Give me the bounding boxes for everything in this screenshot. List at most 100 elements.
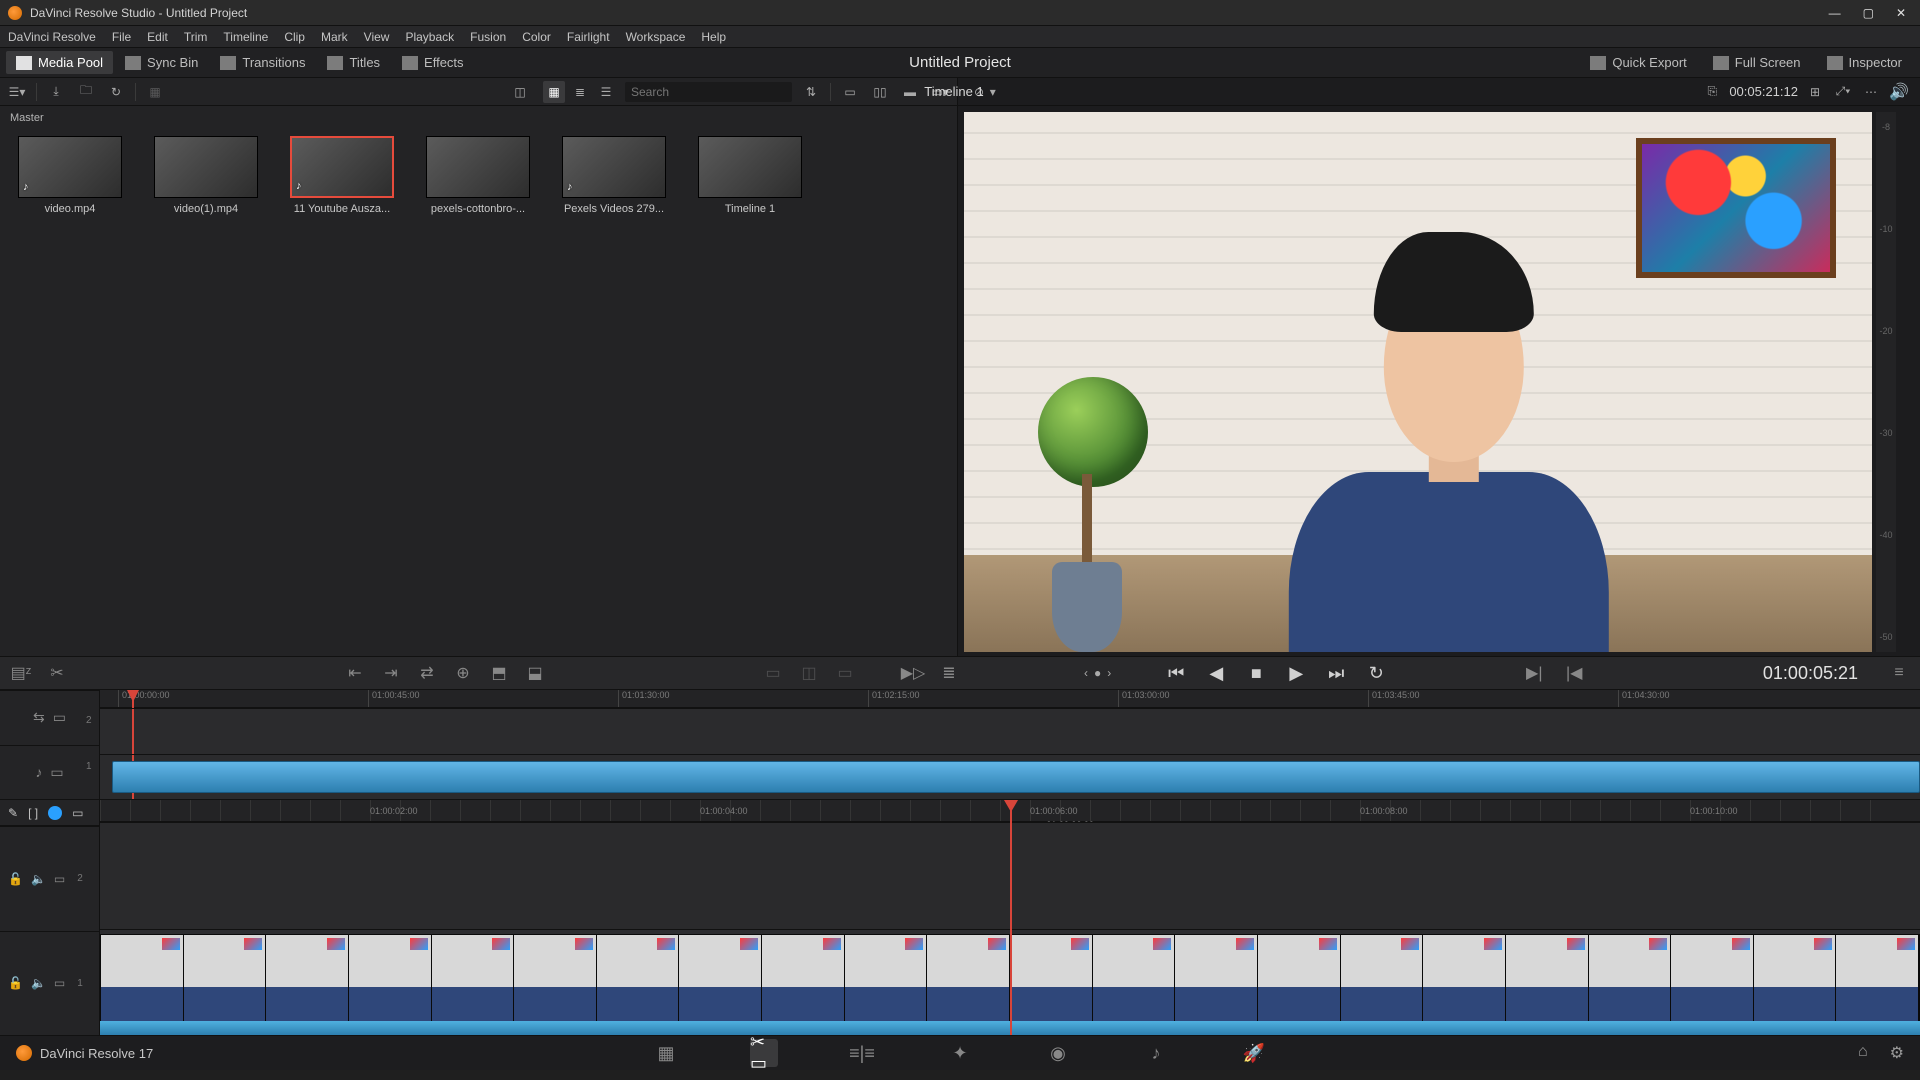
- fairlight-page-tab[interactable]: ♪: [1142, 1039, 1170, 1067]
- menu-mark[interactable]: Mark: [321, 30, 348, 44]
- safe-area-button[interactable]: ⊞: [1804, 81, 1826, 103]
- nav-next-button[interactable]: ›: [1107, 666, 1111, 680]
- tools-1-button[interactable]: ▭: [760, 660, 786, 686]
- menu-trim[interactable]: Trim: [184, 30, 208, 44]
- nav-prev-button[interactable]: ‹: [1084, 666, 1088, 680]
- stop-button[interactable]: ■: [1243, 660, 1269, 686]
- menu-edit[interactable]: Edit: [147, 30, 168, 44]
- chevron-down-icon[interactable]: ▾: [990, 85, 996, 99]
- smart-insert-button[interactable]: ⇤: [342, 660, 368, 686]
- sort-button[interactable]: ⇅: [800, 81, 822, 103]
- menu-timeline[interactable]: Timeline: [223, 30, 268, 44]
- clip-item[interactable]: Timeline 1: [698, 136, 802, 215]
- place-on-top-button[interactable]: ⬒: [486, 660, 512, 686]
- tape-ruler[interactable]: 01:00:00:0001:00:45:0001:01:30:0001:02:1…: [100, 690, 1920, 708]
- close-up-button[interactable]: ⊕: [450, 660, 476, 686]
- import-folder-button[interactable]: 🗀: [75, 81, 97, 103]
- titles-button[interactable]: Titles: [317, 51, 390, 74]
- ripple-overwrite-button[interactable]: ⇄: [414, 660, 440, 686]
- home-button[interactable]: ⌂: [1858, 1043, 1868, 1063]
- track-enable-button[interactable]: ▭: [54, 872, 65, 886]
- cut-page-tab[interactable]: ✂▭: [750, 1039, 778, 1067]
- menu-color[interactable]: Color: [522, 30, 551, 44]
- source-viewer-button[interactable]: ▭: [839, 81, 861, 103]
- viewer-option-menu[interactable]: ⋯: [1860, 81, 1882, 103]
- clip-item[interactable]: video(1).mp4: [154, 136, 258, 215]
- audio-toggle[interactable]: 🔊: [1888, 81, 1910, 103]
- color-page-tab[interactable]: ◉: [1044, 1039, 1072, 1067]
- quick-export-button[interactable]: Quick Export: [1580, 51, 1696, 74]
- first-frame-button[interactable]: ⏮: [1163, 660, 1189, 686]
- track-sync-lock-button[interactable]: ⇆: [33, 709, 45, 726]
- transitions-button[interactable]: Transitions: [210, 51, 315, 74]
- track-record-button[interactable]: 🔈: [31, 976, 46, 990]
- match-frame-button[interactable]: ⎘: [1701, 81, 1723, 103]
- program-viewer[interactable]: [964, 112, 1872, 652]
- viewer-zoom-button[interactable]: ⤢▾: [1832, 81, 1854, 103]
- minimize-icon[interactable]: —: [1829, 6, 1841, 20]
- menu-workspace[interactable]: Workspace: [626, 30, 686, 44]
- menu-davinci-resolve[interactable]: DaVinci Resolve: [8, 30, 96, 44]
- timeline-dropdown[interactable]: Timeline 1: [924, 84, 983, 99]
- timeline-options-button[interactable]: ≣: [936, 660, 962, 686]
- loop-button[interactable]: ↻: [1363, 660, 1389, 686]
- metadata-view-button[interactable]: ◫: [509, 81, 531, 103]
- close-icon[interactable]: ✕: [1896, 6, 1906, 20]
- track-lock-button-2[interactable]: 🔓: [8, 976, 23, 990]
- clip-item[interactable]: ♪Pexels Videos 279...: [562, 136, 666, 215]
- thumb-view-button[interactable]: ▦: [543, 81, 565, 103]
- dual-viewer-button[interactable]: ▯▯: [869, 81, 891, 103]
- clip-item[interactable]: ♪11 Youtube Ausza...: [290, 136, 394, 215]
- edit-tool-button[interactable]: ✎: [8, 806, 18, 820]
- tools-3-button[interactable]: ▭: [832, 660, 858, 686]
- clip-item[interactable]: ♪video.mp4: [18, 136, 122, 215]
- inspector-button[interactable]: Inspector: [1817, 51, 1912, 74]
- track-header-1-button[interactable]: ▭: [53, 709, 66, 726]
- sync-button[interactable]: ↻: [105, 81, 127, 103]
- flag-tool-button[interactable]: ▭: [72, 806, 83, 820]
- media-page-tab[interactable]: ▦: [652, 1039, 680, 1067]
- record-viewer-button[interactable]: ▬: [899, 81, 921, 103]
- track-header-2-button[interactable]: ▭: [50, 764, 63, 781]
- deliver-page-tab[interactable]: 🚀: [1240, 1039, 1268, 1067]
- detail-playhead[interactable]: [1010, 800, 1012, 1035]
- track-enable-button-2[interactable]: ▭: [54, 976, 65, 990]
- edit-page-tab[interactable]: ≡|≡: [848, 1039, 876, 1067]
- menu-playback[interactable]: Playback: [405, 30, 454, 44]
- track-mute-button[interactable]: 🔈: [31, 872, 46, 886]
- tape-clip[interactable]: [112, 761, 1920, 794]
- bin-list-button[interactable]: ☰▾: [6, 81, 28, 103]
- import-media-button[interactable]: ⤓: [45, 81, 67, 103]
- source-overwrite-button[interactable]: ⬓: [522, 660, 548, 686]
- append-button[interactable]: ⇥: [378, 660, 404, 686]
- maximize-icon[interactable]: ▢: [1863, 6, 1874, 20]
- timeline-view-options-button[interactable]: ≡: [1886, 660, 1912, 686]
- new-bin-button[interactable]: ▦: [144, 81, 166, 103]
- full-screen-button[interactable]: Full Screen: [1703, 51, 1811, 74]
- menu-fusion[interactable]: Fusion: [470, 30, 506, 44]
- effects-button[interactable]: Effects: [392, 51, 474, 74]
- play-button[interactable]: ▶: [1283, 660, 1309, 686]
- boring-detector-button[interactable]: ▤ᶻ: [8, 660, 34, 686]
- track-audio-button[interactable]: ♪: [35, 764, 42, 780]
- track-lock-button[interactable]: 🔓: [8, 872, 23, 886]
- list-view-button[interactable]: ☰: [595, 81, 617, 103]
- clip-item[interactable]: pexels-cottonbro-...: [426, 136, 530, 215]
- split-clip-button[interactable]: ✂: [44, 660, 70, 686]
- fast-review-button[interactable]: ▶▷: [900, 660, 926, 686]
- search-input[interactable]: [625, 82, 792, 102]
- project-settings-button[interactable]: ⚙: [1890, 1043, 1904, 1063]
- menu-fairlight[interactable]: Fairlight: [567, 30, 610, 44]
- menu-file[interactable]: File: [112, 30, 131, 44]
- sync-bin-button[interactable]: Sync Bin: [115, 51, 208, 74]
- strip-view-button[interactable]: ≣: [569, 81, 591, 103]
- marker-color-button[interactable]: [48, 806, 62, 820]
- go-to-out-button[interactable]: |◀: [1561, 660, 1587, 686]
- go-to-in-button[interactable]: ▶|: [1521, 660, 1547, 686]
- menu-help[interactable]: Help: [701, 30, 726, 44]
- prev-frame-button[interactable]: ◀: [1203, 660, 1229, 686]
- menu-clip[interactable]: Clip: [284, 30, 305, 44]
- next-frame-button[interactable]: ⏭: [1323, 660, 1349, 686]
- bin-path[interactable]: Master: [0, 106, 957, 130]
- tools-2-button[interactable]: ◫: [796, 660, 822, 686]
